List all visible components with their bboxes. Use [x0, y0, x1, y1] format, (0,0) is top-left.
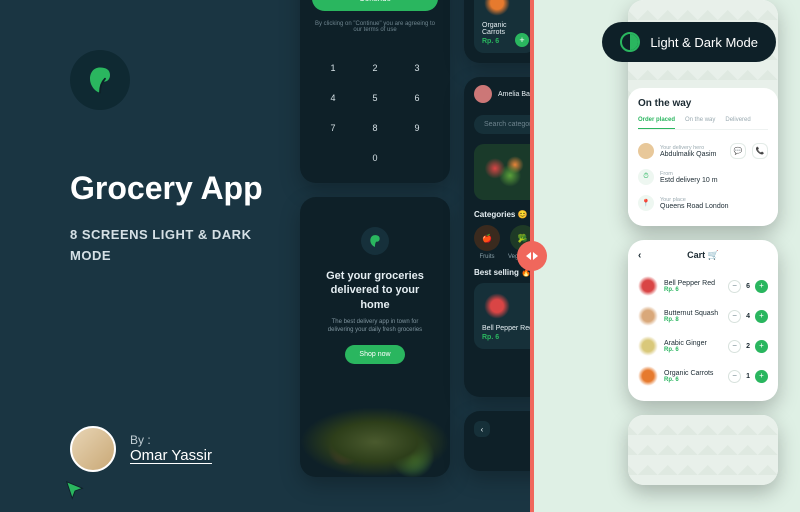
screen-cart: ‹ Cart 🛒 Bell Pepper RedRp. 6 −6+ Butter… — [628, 240, 778, 401]
key-0[interactable]: 0 — [356, 145, 394, 171]
key-6[interactable]: 6 — [398, 85, 436, 111]
numeric-keypad: 1 2 3 4 5 6 7 8 9 0 — [300, 55, 450, 183]
qty-plus-button[interactable]: + — [755, 370, 768, 383]
key-4[interactable]: 4 — [314, 85, 352, 111]
key-9[interactable]: 9 — [398, 115, 436, 141]
offer-image — [480, 154, 530, 190]
call-button[interactable]: 📞 — [752, 143, 768, 159]
screen-map-fragment — [628, 415, 778, 485]
qty-plus-button[interactable]: + — [755, 340, 768, 353]
onboard-headline: Get your groceries delivered to your hom… — [300, 269, 450, 312]
tab-on-way[interactable]: On the way — [685, 117, 715, 123]
cart-item: Organic CarrotsRp. 6 −1+ — [638, 361, 768, 391]
qty-minus-button[interactable]: − — [728, 370, 741, 383]
user-avatar[interactable] — [474, 85, 492, 103]
leaf-icon — [85, 65, 115, 95]
groceries-hero-image — [300, 407, 450, 477]
add-button[interactable]: + — [515, 33, 529, 47]
chat-button[interactable]: 💬 — [730, 143, 746, 159]
qty-plus-button[interactable]: + — [755, 280, 768, 293]
product-card[interactable]: Organic Carrots Rp. 6 + — [474, 0, 535, 53]
key-blank1 — [314, 145, 352, 171]
cart-item: Arabic GingerRp. 6 −2+ — [638, 331, 768, 361]
page-title: Grocery App — [70, 170, 280, 207]
key-2[interactable]: 2 — [356, 55, 394, 81]
author-block: By : Omar Yassir — [70, 426, 280, 472]
courier-row: Your delivery heroAbdulmalik Qasim 💬 📞 — [638, 138, 768, 164]
qty-minus-button[interactable]: − — [728, 310, 741, 323]
key-7[interactable]: 7 — [314, 115, 352, 141]
category-chip[interactable]: 🍎Fruits — [474, 225, 500, 260]
category-icon: 🍎 — [474, 225, 500, 251]
cart-title: ‹ Cart 🛒 — [638, 250, 768, 261]
info-panel: Grocery App 8 SCREENS LIGHT & DARK MODE … — [0, 0, 300, 512]
key-3[interactable]: 3 — [398, 55, 436, 81]
app-logo — [70, 50, 130, 110]
cart-item-image — [638, 276, 658, 296]
light-dark-divider[interactable] — [530, 0, 534, 512]
tracking-tabs: Order placed On the way Delivered — [638, 117, 768, 130]
by-label: By : — [130, 433, 212, 447]
divider-handle-icon[interactable] — [517, 241, 547, 271]
cart-item: Butternut SquashRp. 8 −4+ — [638, 301, 768, 331]
address-row: 📍 Your placeQueens Road London — [638, 190, 768, 216]
map-view[interactable] — [628, 415, 778, 485]
cart-item-image — [638, 336, 658, 356]
back-button[interactable]: ‹ — [474, 421, 490, 437]
back-button[interactable]: ‹ — [638, 250, 641, 261]
screen-otp: We will send your verification code +44 … — [300, 0, 450, 183]
qty-plus-button[interactable]: + — [755, 310, 768, 323]
author-avatar — [70, 426, 116, 472]
cart-item: Bell Pepper RedRp. 6 −6+ — [638, 271, 768, 301]
page-subtitle: 8 SCREENS LIGHT & DARK MODE — [70, 225, 280, 267]
mode-badge-label: Light & Dark Mode — [650, 35, 758, 50]
time-row: ⏱ FromEstd delivery 10 m — [638, 164, 768, 190]
tab-order-placed[interactable]: Order placed — [638, 117, 675, 129]
key-1[interactable]: 1 — [314, 55, 352, 81]
half-moon-icon — [620, 32, 640, 52]
chevron-left-icon — [526, 252, 531, 260]
clock-icon: ⏱ — [638, 169, 654, 185]
author-link[interactable]: Omar Yassir — [130, 447, 212, 464]
product-image — [482, 291, 512, 321]
mini-logo — [361, 227, 389, 255]
tracking-title: On the way — [638, 98, 768, 109]
key-blank2 — [398, 145, 436, 171]
shop-now-button[interactable]: Shop now — [345, 345, 405, 364]
terms-text: By clicking on "Continue" you are agreei… — [312, 21, 438, 33]
product-image — [482, 0, 512, 18]
tab-delivered[interactable]: Delivered — [725, 117, 750, 123]
cart-item-image — [638, 366, 658, 386]
continue-button[interactable]: Continue — [312, 0, 438, 11]
location-pin-icon: 📍 — [638, 195, 654, 211]
key-8[interactable]: 8 — [356, 115, 394, 141]
key-5[interactable]: 5 — [356, 85, 394, 111]
qty-minus-button[interactable]: − — [728, 340, 741, 353]
courier-avatar — [638, 143, 654, 159]
qty-minus-button[interactable]: − — [728, 280, 741, 293]
chevron-right-icon — [533, 252, 538, 260]
mode-badge: Light & Dark Mode — [602, 22, 776, 62]
onboard-sub: The best delivery app in town for delive… — [300, 312, 450, 345]
cart-item-image — [638, 306, 658, 326]
screen-onboarding: Get your groceries delivered to your hom… — [300, 197, 450, 477]
leaf-icon — [368, 234, 382, 248]
